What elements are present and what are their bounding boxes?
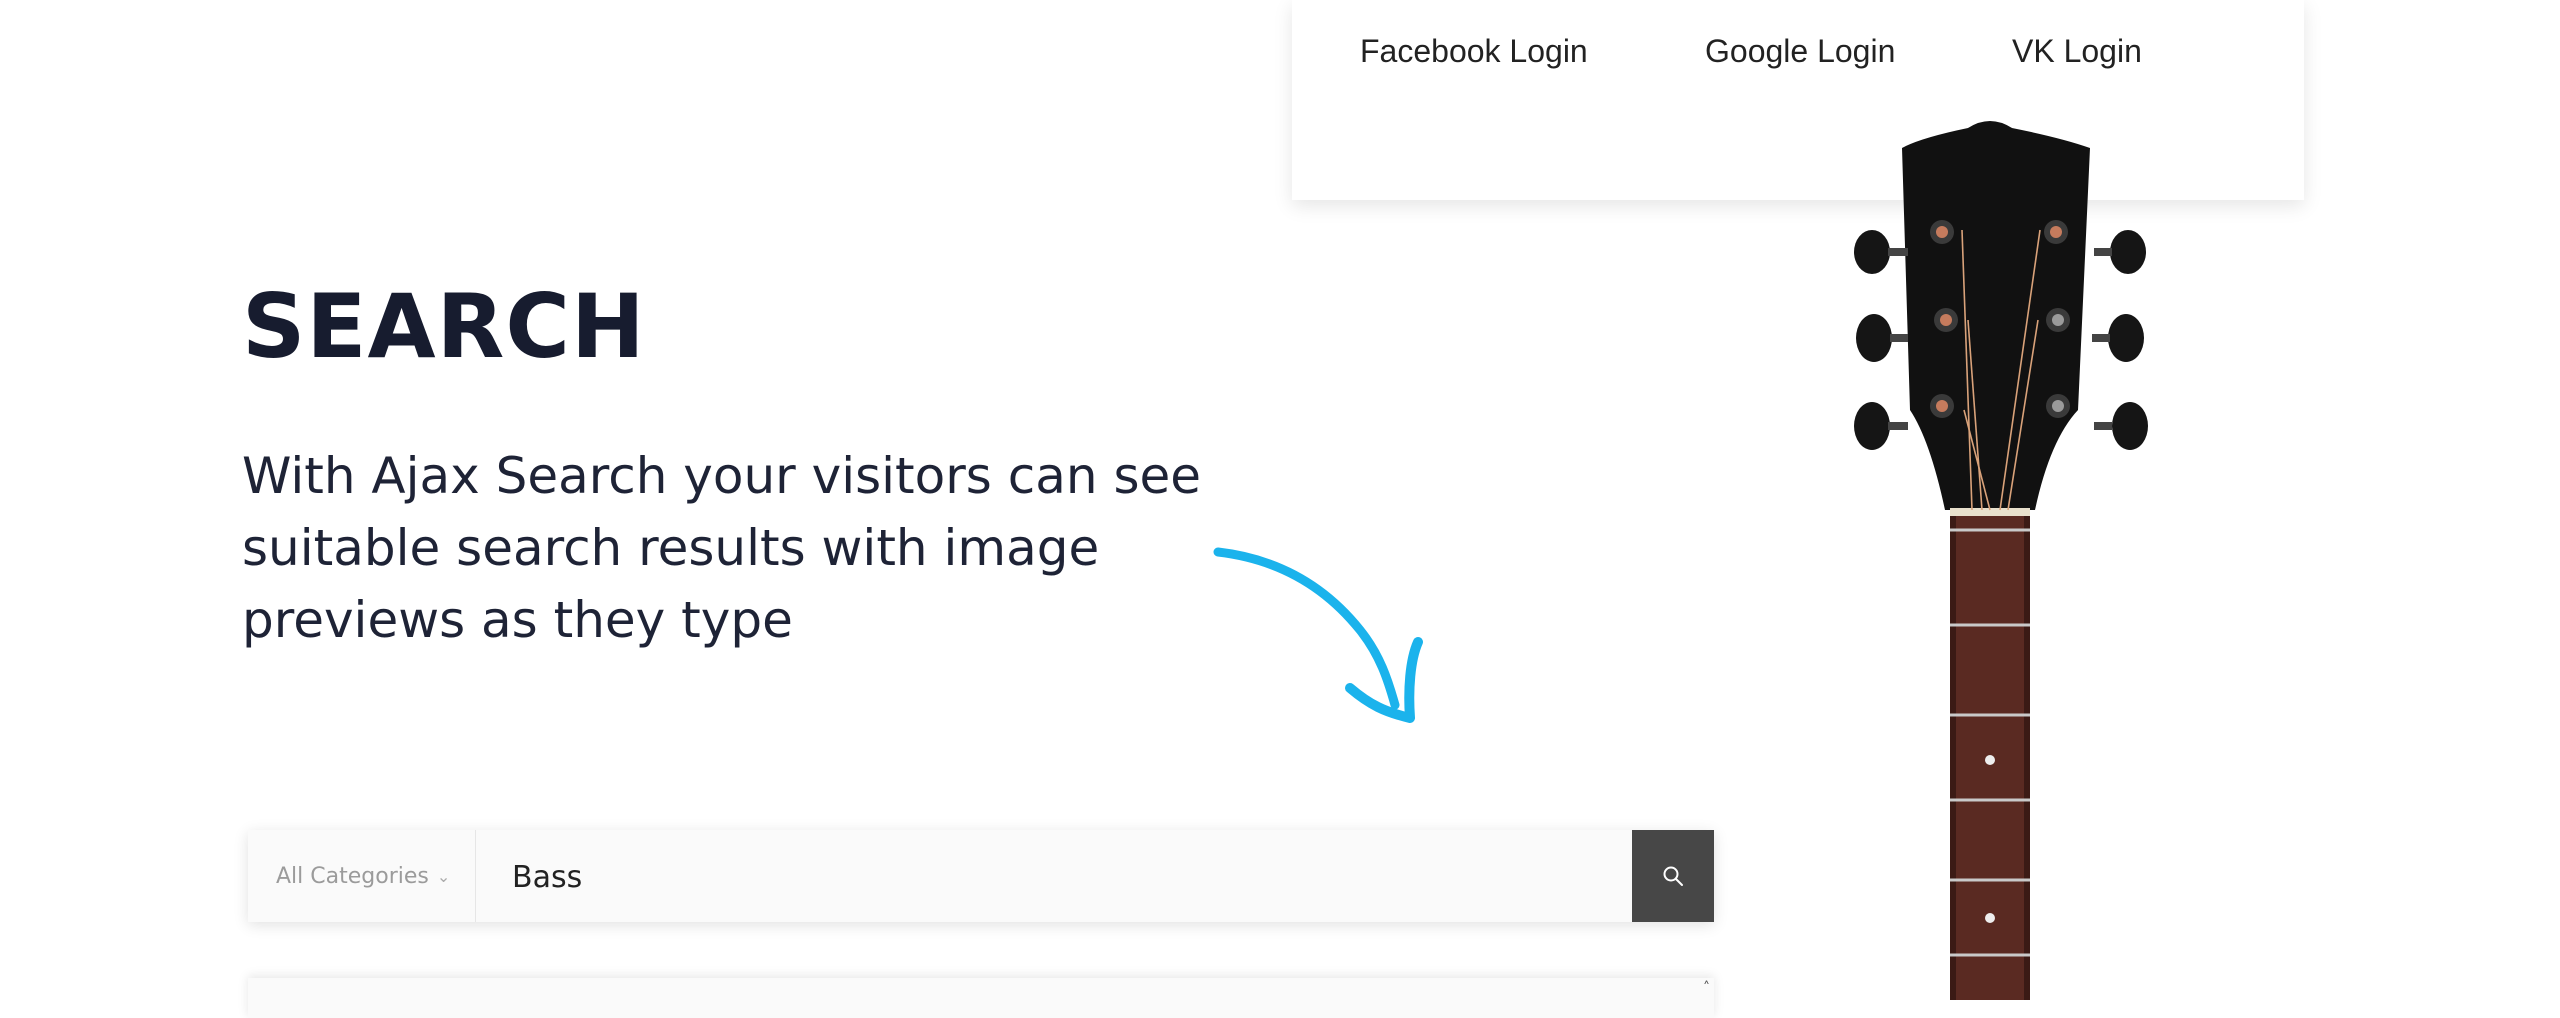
search-button[interactable] <box>1632 830 1714 922</box>
vk-login-link[interactable]: VK Login <box>2012 33 2142 70</box>
guitar-image <box>1854 121 2148 1000</box>
facebook-login-link[interactable]: Facebook Login <box>1360 33 1588 70</box>
login-panel: Facebook Login Google Login VK Login <box>1292 0 2304 200</box>
category-select[interactable]: All Categories ⌄ <box>248 830 476 922</box>
chevron-down-icon: ⌄ <box>436 866 451 886</box>
arrow-decoration <box>1213 547 1423 723</box>
scroll-up-icon[interactable]: ˄ <box>1703 980 1710 996</box>
search-input[interactable] <box>476 830 1632 924</box>
search-bar: All Categories ⌄ <box>248 830 1714 924</box>
search-icon <box>1663 866 1683 886</box>
search-results-panel: ˄ <box>248 978 1714 1018</box>
page-description: With Ajax Search your visitors can see s… <box>242 447 1202 649</box>
page-title: SEARCH <box>242 275 646 378</box>
category-select-label: All Categories <box>276 863 429 889</box>
google-login-link[interactable]: Google Login <box>1705 33 1895 70</box>
